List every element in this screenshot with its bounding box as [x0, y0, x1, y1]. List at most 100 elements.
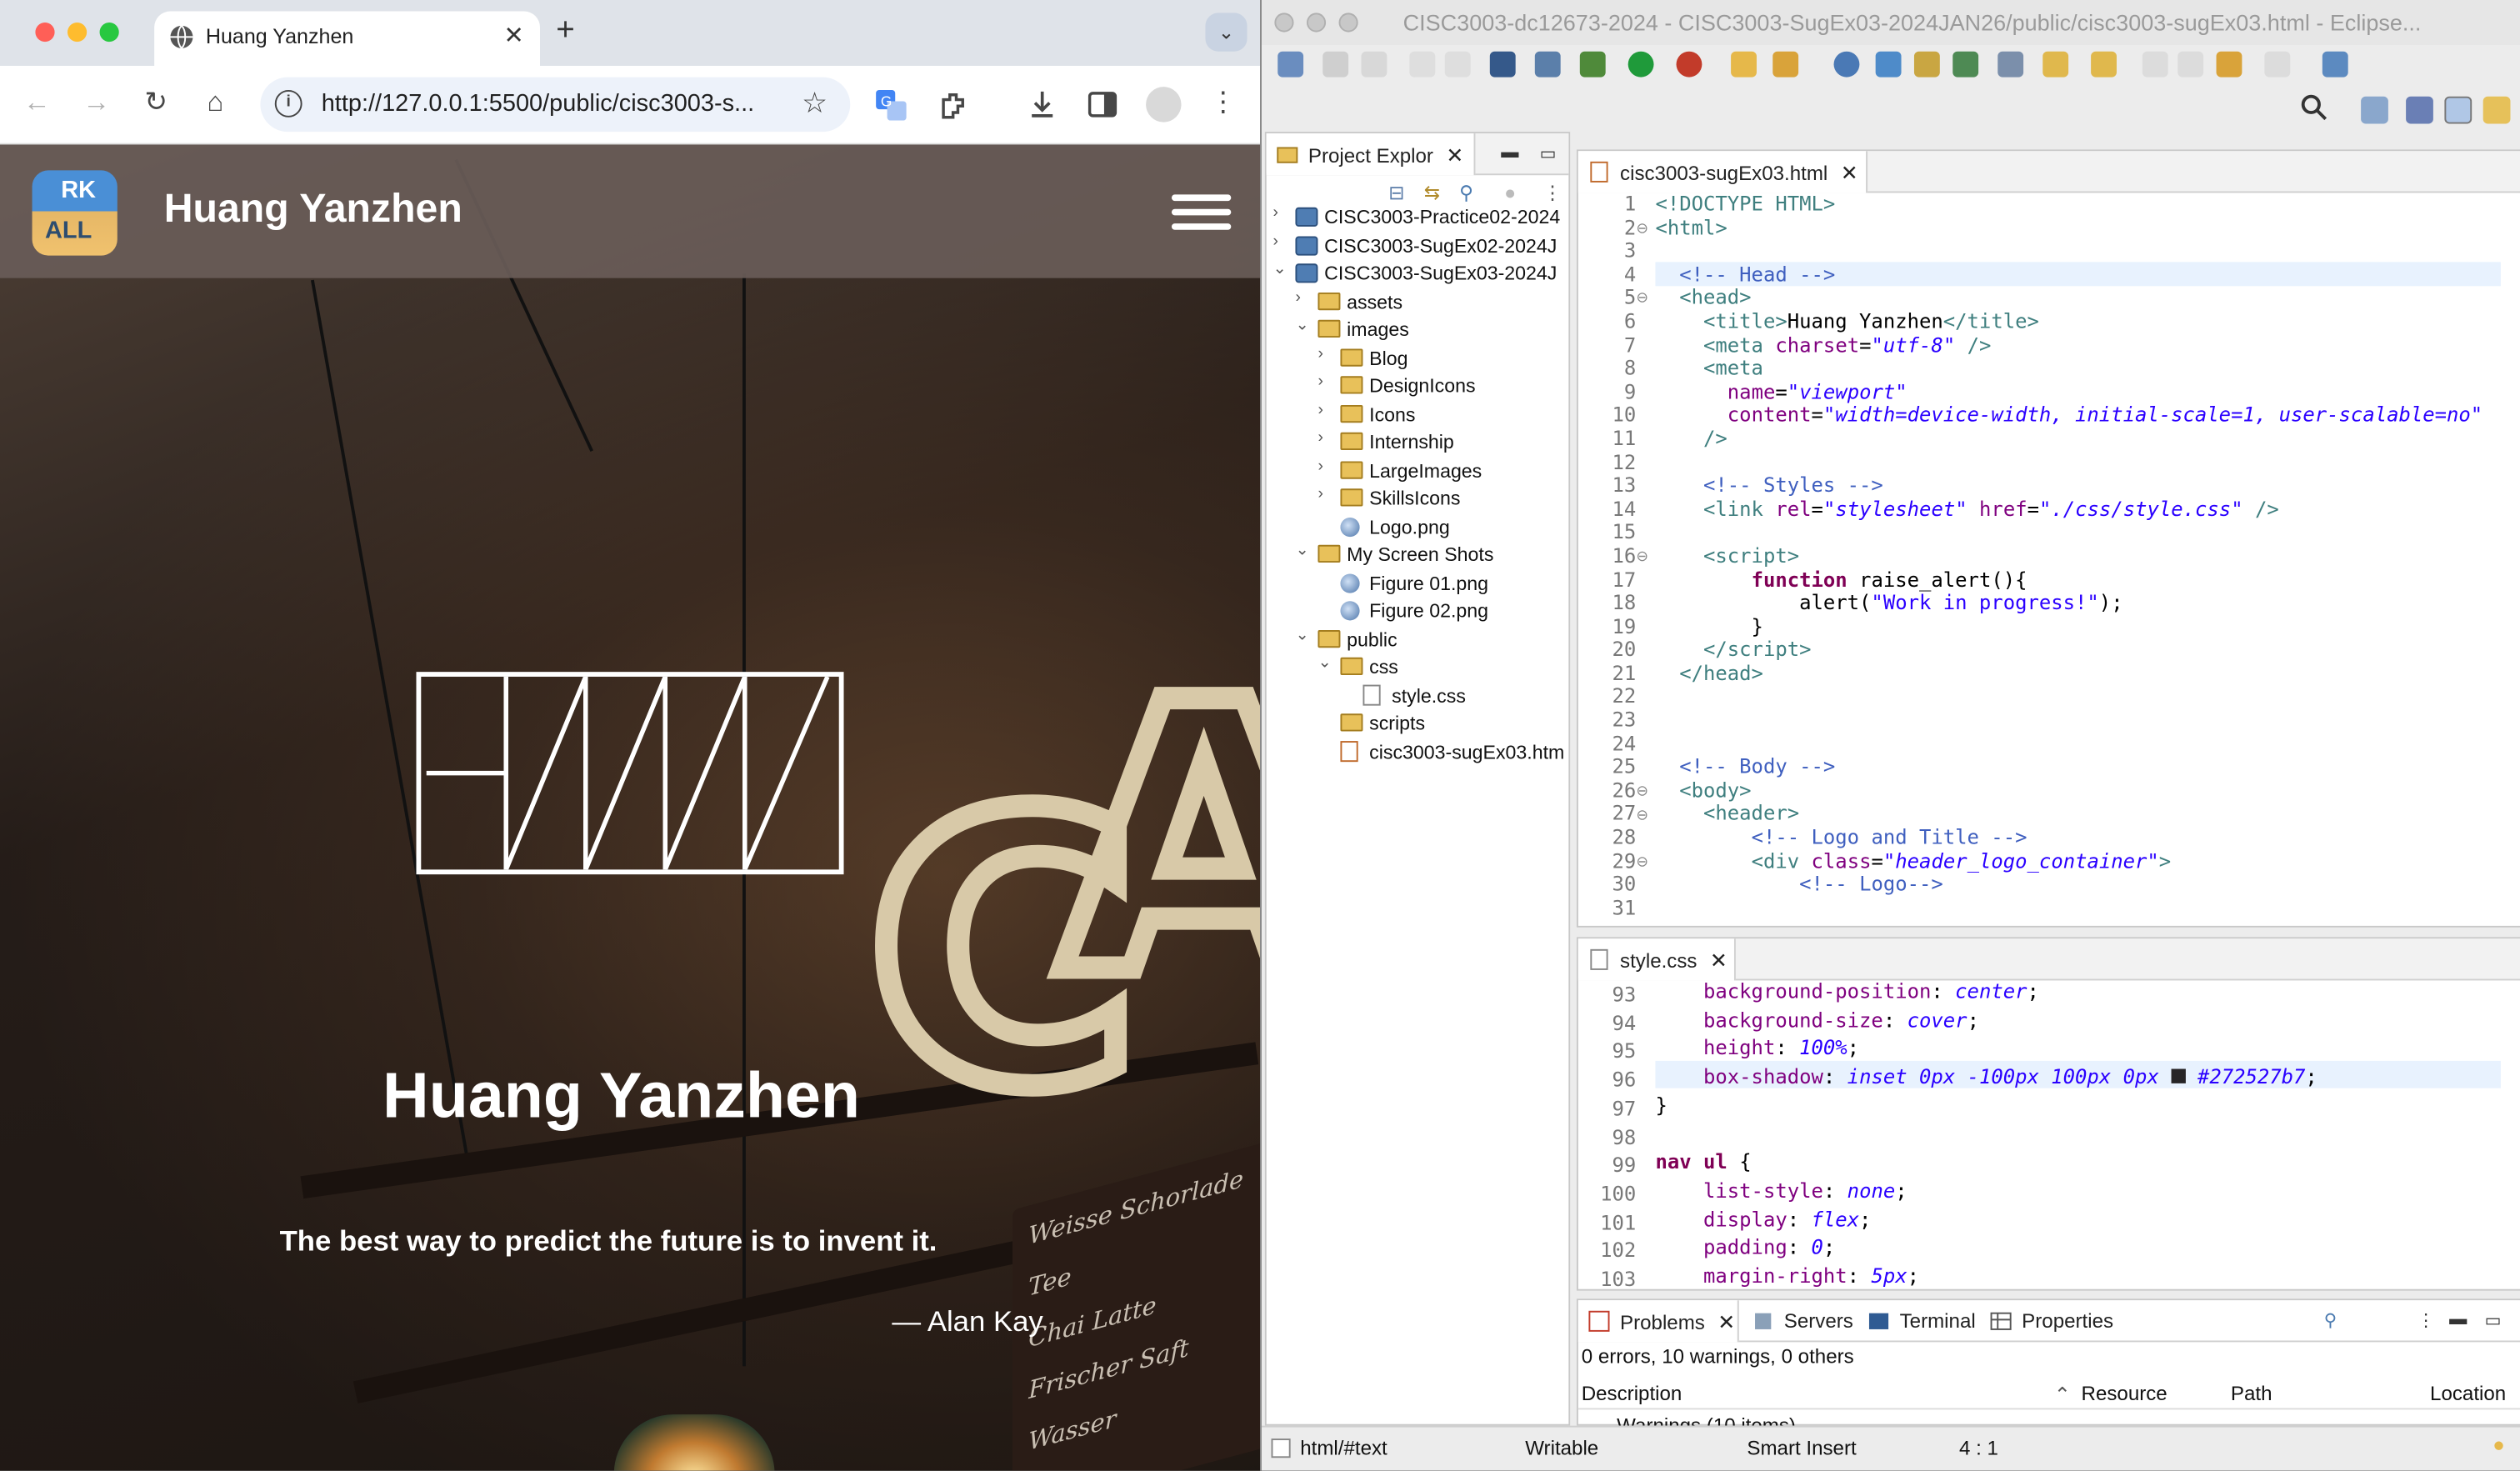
tab-html-editor[interactable]: cisc3003-sugEx03.html ✕	[1578, 151, 1868, 193]
zoom-window-button[interactable]	[1338, 13, 1358, 33]
filter-icon[interactable]: ⚲	[2324, 1310, 2338, 1331]
fold-collapse-icon[interactable]: ⊖	[1636, 290, 1648, 308]
focus-icon[interactable]: ●	[1504, 182, 1516, 204]
search-icon[interactable]	[2300, 93, 2329, 123]
new-window-icon[interactable]	[2322, 51, 2348, 78]
warnings-row[interactable]: Warnings (10 items)	[1582, 1414, 2064, 1426]
minimize-window-button[interactable]	[68, 23, 88, 43]
close-window-button[interactable]	[1274, 13, 1294, 33]
next-annotation-icon[interactable]	[2042, 51, 2069, 78]
open-folder-icon[interactable]	[1731, 51, 1757, 78]
redo-icon[interactable]	[1444, 51, 1471, 78]
open-task-icon[interactable]	[1913, 51, 1940, 78]
close-icon[interactable]: ✕	[1718, 1310, 1735, 1334]
site-title[interactable]: Huang Yanzhen	[164, 187, 462, 233]
download-icon[interactable]	[1027, 88, 1058, 121]
view-menu-icon[interactable]: ⋮	[1542, 182, 1562, 204]
chevron-down-icon[interactable]: ⌄	[1295, 317, 1314, 334]
tab-terminal[interactable]: Terminal	[1858, 1300, 1988, 1342]
back-icon[interactable]: ←	[19, 87, 54, 119]
maximize-icon[interactable]: ▭	[1540, 143, 1557, 164]
hamburger-menu-icon[interactable]	[1171, 194, 1232, 230]
chevron-right-icon[interactable]: ›	[1318, 373, 1337, 390]
web-browser-icon[interactable]	[1833, 51, 1860, 78]
reload-icon[interactable]: ↻	[138, 87, 173, 119]
back-arrow-icon[interactable]	[2216, 51, 2242, 78]
java-perspective-icon[interactable]	[2482, 96, 2511, 124]
column-location[interactable]: Location	[2430, 1383, 2506, 1405]
translate-icon[interactable]: G	[876, 90, 907, 121]
run-icon[interactable]	[1628, 51, 1654, 78]
maximize-icon[interactable]: ▭	[2485, 1310, 2502, 1331]
forward-icon[interactable]: →	[79, 87, 114, 119]
skip-breakpoints-icon[interactable]	[1534, 51, 1561, 78]
new-icon[interactable]	[1278, 51, 1304, 78]
tab-search-button[interactable]: ⌄	[1205, 13, 1248, 52]
tab-project-explorer[interactable]: Project Explor ✕	[1266, 133, 1476, 176]
fold-collapse-icon[interactable]: ⊖	[1636, 548, 1648, 566]
column-description[interactable]: Description	[1582, 1383, 1682, 1405]
address-bar[interactable]: i http://127.0.0.1:5500/public/cisc3003-…	[260, 77, 851, 133]
collapse-all-icon[interactable]: ⊟	[1388, 182, 1404, 204]
fold-collapse-icon[interactable]: ⊖	[1636, 853, 1648, 871]
close-window-button[interactable]	[35, 23, 55, 43]
chevron-down-icon[interactable]: ⌄	[1295, 626, 1314, 643]
fold-collapse-icon[interactable]: ⊖	[1636, 783, 1648, 800]
minimize-icon[interactable]: ▬	[1501, 143, 1518, 163]
chevron-right-icon[interactable]: ›	[1318, 429, 1337, 447]
minimize-window-button[interactable]	[1306, 13, 1327, 33]
fold-collapse-icon[interactable]: ⊖	[1636, 219, 1648, 237]
view-menu-icon[interactable]: ⋮	[2418, 1310, 2435, 1331]
close-icon[interactable]: ✕	[1841, 161, 1858, 185]
fold-collapse-icon[interactable]: ⊖	[1636, 806, 1648, 823]
new-tab-button[interactable]: +	[556, 13, 575, 49]
chevron-right-icon[interactable]: ›	[1318, 485, 1337, 503]
menu-kebab-icon[interactable]: ⋮	[1205, 87, 1240, 119]
minimize-icon[interactable]: ▬	[2449, 1310, 2467, 1329]
close-icon[interactable]: ✕	[1446, 143, 1463, 168]
profile-avatar[interactable]	[1146, 87, 1182, 123]
debug-icon[interactable]	[1579, 51, 1606, 78]
chevron-right-icon[interactable]: ›	[1318, 458, 1337, 475]
site-logo[interactable]: RK ALL	[32, 170, 118, 256]
side-panel-icon[interactable]	[1088, 90, 1118, 119]
column-resource[interactable]: Resource	[2082, 1383, 2168, 1405]
link-editor-icon[interactable]: ⇆	[1424, 182, 1440, 204]
save-icon[interactable]	[1322, 51, 1349, 78]
chevron-right-icon[interactable]: ›	[1295, 288, 1314, 306]
open-perspective-icon[interactable]	[2361, 96, 2388, 124]
filter-icon[interactable]: ⚲	[1459, 182, 1473, 204]
tab-properties[interactable]: Properties	[1980, 1300, 2126, 1342]
tab-problems[interactable]: Problems ✕	[1578, 1300, 1739, 1343]
debug-perspective-icon[interactable]	[2406, 96, 2433, 124]
column-path[interactable]: Path	[2231, 1383, 2272, 1405]
zoom-window-button[interactable]	[99, 23, 119, 43]
chevron-right-icon[interactable]: ›	[1318, 345, 1337, 363]
html-source-code[interactable]: <!DOCTYPE HTML> <html> <!-- Head --> <he…	[1655, 192, 2482, 896]
search-task-icon[interactable]	[1952, 51, 1979, 78]
browser-tab[interactable]: Huang Yanzhen ✕	[154, 11, 541, 67]
chevron-right-icon[interactable]: ›	[1272, 233, 1292, 250]
chevron-right-icon[interactable]: ›	[1272, 204, 1292, 222]
tab-css-editor[interactable]: style.css ✕	[1578, 938, 1736, 981]
home-icon[interactable]: ⌂	[198, 87, 232, 119]
tip-bulb-icon[interactable]: ●	[2492, 1433, 2505, 1456]
close-icon[interactable]: ✕	[1710, 948, 1728, 973]
last-edit-icon[interactable]	[2142, 51, 2168, 78]
previous-annotation-icon[interactable]	[2091, 51, 2117, 78]
open-declaration-icon[interactable]	[1998, 51, 2024, 78]
bookmark-star-icon[interactable]: ☆	[802, 87, 828, 121]
forward-arrow-icon[interactable]	[2264, 51, 2291, 78]
tab-servers[interactable]: Servers	[1742, 1300, 1867, 1342]
chevron-down-icon[interactable]: ⌄	[1272, 260, 1292, 278]
web-perspective-icon[interactable]	[2444, 96, 2472, 124]
save-all-icon[interactable]	[1361, 51, 1388, 78]
chevron-right-icon[interactable]: ›	[1318, 401, 1337, 418]
pencil-icon[interactable]	[1772, 51, 1799, 78]
chevron-down-icon[interactable]: ⌄	[1295, 542, 1314, 559]
external-tools-icon[interactable]	[1676, 51, 1702, 78]
extensions-icon[interactable]	[938, 90, 969, 121]
terminal-icon[interactable]	[1489, 51, 1516, 78]
back-nav-icon[interactable]	[2178, 51, 2204, 78]
undo-icon[interactable]	[1409, 51, 1436, 78]
